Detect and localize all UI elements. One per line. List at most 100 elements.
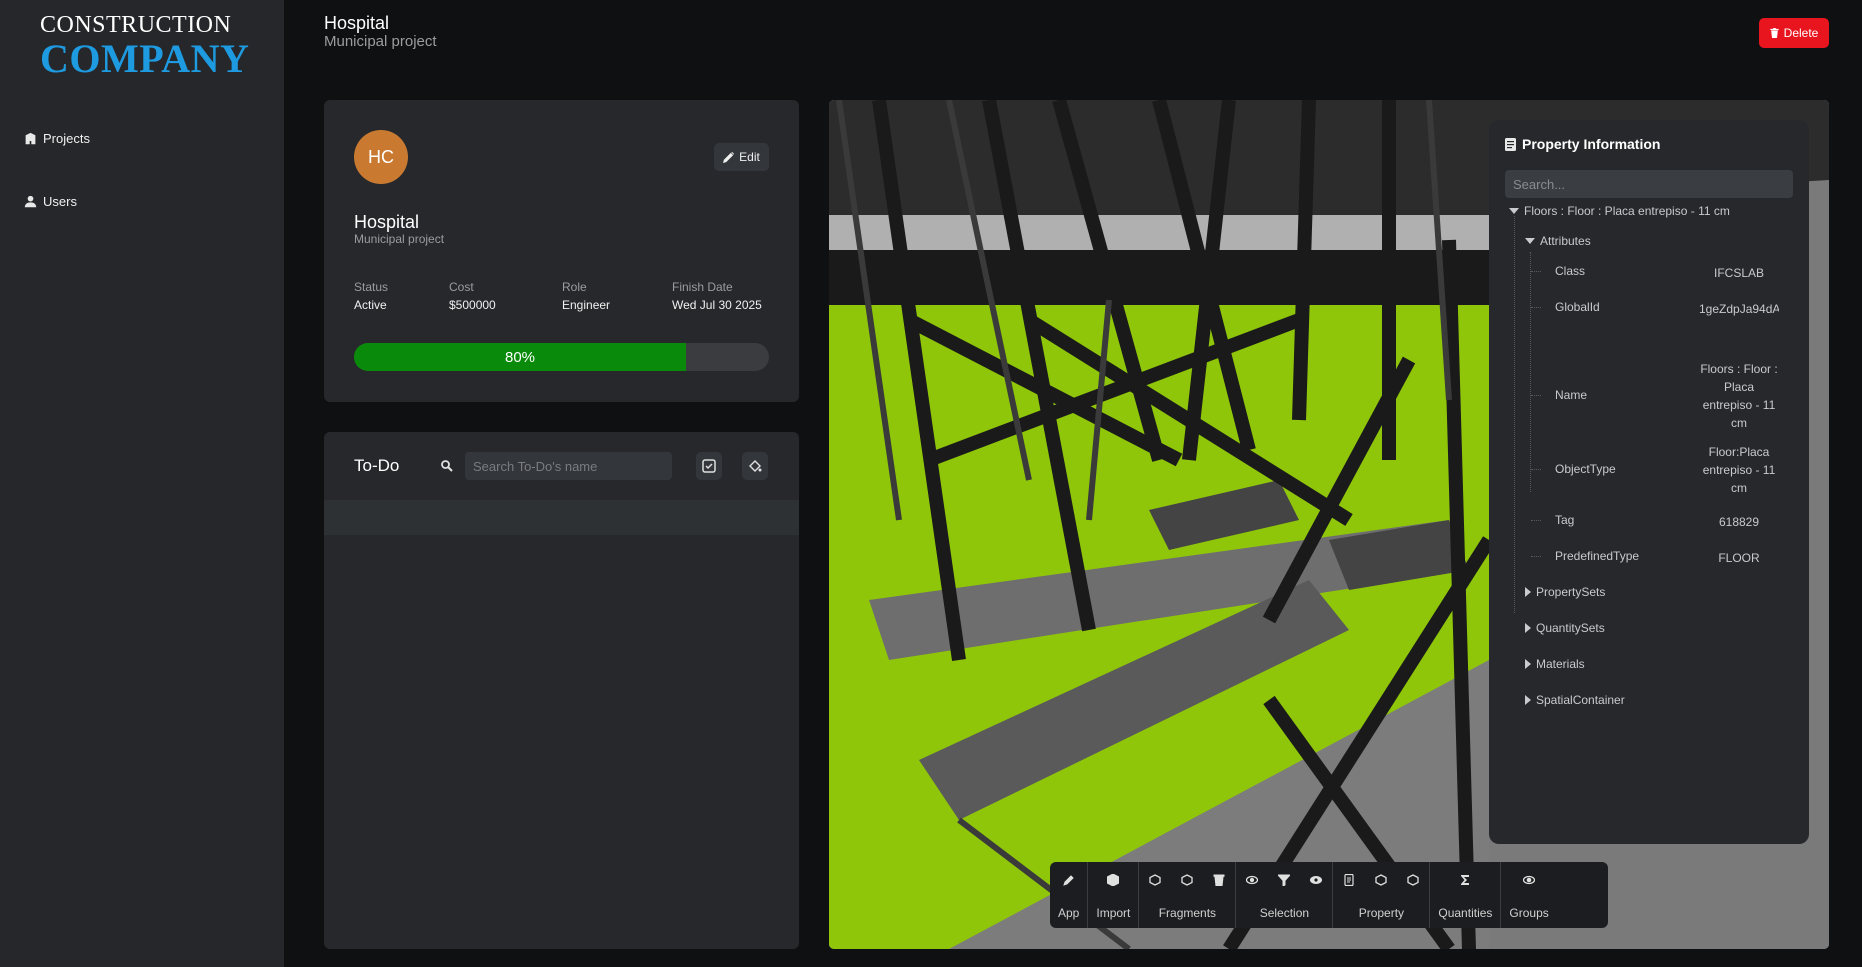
stat-label: Finish Date xyxy=(672,280,733,294)
attribute-value: 1geZdpJa94dA xyxy=(1699,302,1779,316)
attribute-key: Name xyxy=(1555,388,1588,402)
cube-export-icon[interactable] xyxy=(1405,872,1421,888)
eye-icon[interactable] xyxy=(1244,872,1260,888)
stat-cost: Cost $500000 xyxy=(449,280,496,312)
tree-node-quantitysets[interactable]: QuantitySets xyxy=(1525,621,1605,635)
toolbar-group-groups: Groups xyxy=(1501,862,1556,928)
attribute-value: Floor:Placa entrepiso - 11 cm xyxy=(1702,445,1776,495)
collapse-triangle-icon xyxy=(1525,659,1531,669)
progress-bar: 80% xyxy=(354,343,769,371)
toolbar-group-label: App xyxy=(1058,906,1080,920)
toolbar-group-label: Property xyxy=(1358,906,1405,920)
logo-top-text: CONSTRUCTION xyxy=(40,12,232,38)
tree-node-materials[interactable]: Materials xyxy=(1525,657,1585,671)
collapse-triangle-icon xyxy=(1525,695,1531,705)
delete-button[interactable]: Delete xyxy=(1759,18,1829,48)
tree-node-propertysets[interactable]: PropertySets xyxy=(1525,585,1605,599)
avatar: HC xyxy=(354,130,408,184)
paint-bucket-icon xyxy=(749,460,762,472)
attribute-key: Class xyxy=(1555,264,1586,278)
tree-node-label: Attributes xyxy=(1540,234,1591,248)
tree-node-label: Materials xyxy=(1536,657,1585,671)
attribute-key: Tag xyxy=(1555,513,1575,527)
tree-node-attributes[interactable]: Attributes xyxy=(1525,234,1591,248)
collapse-triangle-icon xyxy=(1525,623,1531,633)
sidebar-item-projects[interactable]: Projects xyxy=(24,131,90,146)
property-panel-header: Property Information xyxy=(1505,136,1660,152)
toolbar-group-app: App xyxy=(1050,862,1089,928)
attribute-key: PredefinedType xyxy=(1555,549,1640,563)
toolbar-group-label: Fragments xyxy=(1158,906,1217,920)
stat-label: Status xyxy=(354,280,389,294)
trash-icon xyxy=(1769,28,1779,38)
tree-node-label: QuantitySets xyxy=(1536,621,1605,635)
tree-node-label: SpatialContainer xyxy=(1536,693,1625,707)
person-icon xyxy=(24,195,37,208)
project-card: HC Edit Hospital Municipal project Statu… xyxy=(324,100,799,402)
sidebar-item-label: Projects xyxy=(43,131,90,146)
paint-bucket-button[interactable] xyxy=(742,452,768,480)
tree-node-label: PropertySets xyxy=(1536,585,1606,599)
document-icon xyxy=(1505,137,1516,151)
eye-focus-icon[interactable] xyxy=(1308,872,1324,888)
toolbar-group-label: Import xyxy=(1096,906,1131,920)
pencil-icon xyxy=(723,151,735,163)
cube-settings-icon[interactable] xyxy=(1373,872,1389,888)
stat-role: Role Engineer xyxy=(562,280,610,312)
sidebar: CONSTRUCTION COMPANY Projects Users xyxy=(0,0,284,967)
toolbar-group-label: Quantities xyxy=(1438,906,1493,920)
todo-list-row xyxy=(324,500,799,535)
project-description: Municipal project xyxy=(354,232,445,246)
page-title: Hospital xyxy=(324,13,390,33)
add-todo-button[interactable] xyxy=(696,452,722,480)
edit-label: Edit xyxy=(739,150,760,164)
tree-node-spatialcontainer[interactable]: SpatialContainer xyxy=(1525,693,1625,707)
stat-value: Wed Jul 30 2025 xyxy=(672,298,762,312)
sigma-icon[interactable] xyxy=(1457,872,1473,888)
toolbar-group-selection: Selection xyxy=(1236,862,1334,928)
attribute-value: 618829 xyxy=(1718,515,1760,529)
attribute-key: GlobalId xyxy=(1555,300,1600,314)
delete-label: Delete xyxy=(1783,26,1819,40)
viewer-toolbar: App Import Fragments Selection Property xyxy=(1050,862,1608,928)
stat-value: Active xyxy=(354,298,387,312)
fragment-settings-icon[interactable] xyxy=(1147,872,1163,888)
company-logo: CONSTRUCTION COMPANY xyxy=(40,12,250,79)
progress-fill: 80% xyxy=(354,343,686,371)
cube-icon[interactable] xyxy=(1105,872,1121,888)
expand-triangle-icon xyxy=(1509,208,1519,214)
todo-title: To-Do xyxy=(354,456,400,475)
tree-node-root[interactable]: Floors : Floor : Placa entrepiso - 11 cm xyxy=(1509,204,1730,218)
eye-group-icon[interactable] xyxy=(1521,872,1537,888)
todo-search-input[interactable] xyxy=(465,452,672,480)
stat-label: Role xyxy=(562,280,587,294)
attribute-key: ObjectType xyxy=(1555,462,1616,476)
tree-node-label: Floors : Floor : Placa entrepiso - 11 cm xyxy=(1524,204,1730,218)
property-search-input[interactable] xyxy=(1505,170,1793,198)
property-panel: Property Information Floors : Floor : Pl… xyxy=(1489,120,1809,844)
document-icon[interactable] xyxy=(1341,872,1357,888)
search-icon xyxy=(441,460,453,472)
filter-icon[interactable] xyxy=(1276,872,1292,888)
attribute-value: FLOOR xyxy=(1718,551,1760,565)
expand-triangle-icon xyxy=(1525,238,1535,244)
stat-value: Engineer xyxy=(562,298,611,312)
logo-bottom-text: COMPANY xyxy=(40,36,250,81)
attribute-value: IFCSLAB xyxy=(1713,266,1764,280)
edit-button[interactable]: Edit xyxy=(714,143,769,171)
toolbar-group-property: Property xyxy=(1333,862,1431,928)
toolbar-group-quantities: Quantities xyxy=(1430,862,1502,928)
fragment-export-icon[interactable] xyxy=(1179,872,1195,888)
building-icon xyxy=(25,132,36,145)
toolbar-group-label: Groups xyxy=(1509,906,1549,920)
pen-icon[interactable] xyxy=(1061,872,1077,888)
stat-finish-date: Finish Date Wed Jul 30 2025 xyxy=(672,280,762,312)
sidebar-item-users[interactable]: Users xyxy=(24,194,77,209)
todo-card: To-Do xyxy=(324,432,799,949)
toolbar-group-label: Selection xyxy=(1259,906,1310,920)
stat-label: Cost xyxy=(449,280,474,294)
stat-status: Status Active xyxy=(354,280,388,312)
collapse-triangle-icon xyxy=(1525,587,1531,597)
trash-icon[interactable] xyxy=(1211,872,1227,888)
model-viewer[interactable]: Property Information Floors : Floor : Pl… xyxy=(829,100,1829,949)
